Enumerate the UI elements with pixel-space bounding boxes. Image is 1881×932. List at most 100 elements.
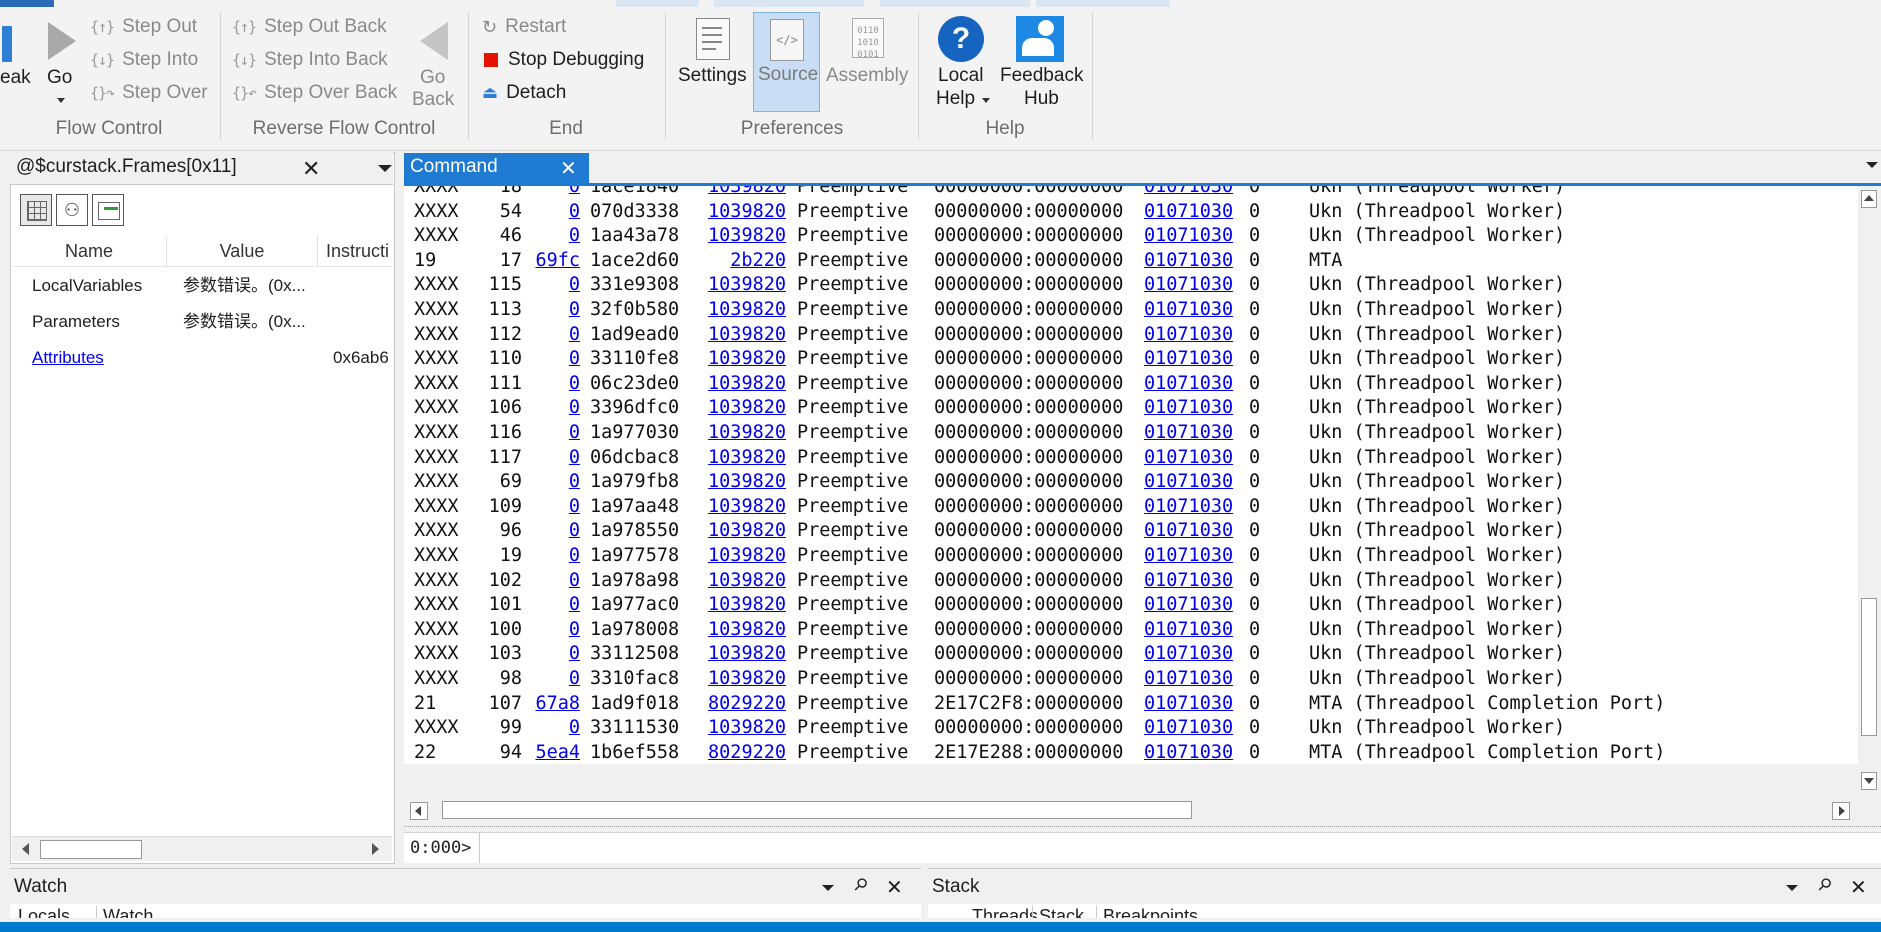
output-link[interactable]: 1039820 [696,642,786,667]
locals-horizontal-scrollbar[interactable] [12,836,392,861]
output-link[interactable]: 1039820 [696,446,786,471]
output-link[interactable]: 1039820 [696,372,786,397]
output-link[interactable]: 01071030 [1144,593,1249,618]
output-link[interactable]: 1039820 [696,593,786,618]
output-link[interactable]: 1039820 [696,200,786,225]
output-link[interactable]: 1039820 [696,618,786,643]
output-link[interactable]: 0 [532,716,580,741]
output-link[interactable]: 8029220 [696,692,786,717]
output-link[interactable]: 01071030 [1144,224,1249,249]
output-link[interactable]: 01071030 [1144,372,1249,397]
locals-row[interactable]: Attributes 0x6ab6 [12,340,393,376]
stack-title[interactable]: Stack [932,876,980,898]
output-link[interactable]: 1039820 [696,186,786,200]
output-link[interactable]: 0 [532,618,580,643]
command-vertical-scrollbar[interactable] [1858,186,1881,798]
scrollbar-thumb[interactable] [1861,598,1877,736]
tab-watch[interactable]: Watch [96,906,153,918]
ribbon-tab-strip[interactable] [880,0,1030,7]
output-link[interactable]: 1039820 [696,273,786,298]
close-icon[interactable]: ✕ [1850,875,1867,900]
output-link[interactable]: 1039820 [696,323,786,348]
locals-tab-title[interactable]: @$curstack.Frames[0x11] [16,156,237,178]
column-header-instruction[interactable]: Instructi [318,236,400,266]
output-link[interactable]: 01071030 [1144,544,1249,569]
output-link[interactable]: 01071030 [1144,741,1249,764]
watch-title[interactable]: Watch [14,876,67,898]
output-link[interactable]: 0 [532,421,580,446]
step-out-button[interactable]: {↑} Step Out [90,15,197,39]
tab-command[interactable]: Command ✕ [404,153,589,183]
output-link[interactable]: 0 [532,347,580,372]
output-link[interactable]: 0 [532,544,580,569]
output-link[interactable]: 67a8 [532,692,580,717]
output-link[interactable]: 0 [532,495,580,520]
output-link[interactable]: 01071030 [1144,186,1249,200]
command-panel-menu[interactable] [1866,162,1878,168]
output-link[interactable]: 01071030 [1144,470,1249,495]
scroll-left-icon[interactable] [22,843,29,855]
output-link[interactable]: 01071030 [1144,618,1249,643]
output-link[interactable]: 1039820 [696,470,786,495]
scroll-up-icon[interactable] [1861,190,1877,208]
feedback-hub-button[interactable]: Feedback Hub [996,14,1086,114]
step-into-back-button[interactable]: {↓} Step Into Back [232,48,388,72]
settings-button[interactable]: Settings [676,14,750,94]
output-link[interactable]: 0 [532,224,580,249]
output-link[interactable]: 01071030 [1144,249,1249,274]
output-link[interactable]: 01071030 [1144,692,1249,717]
output-link[interactable]: 1039820 [696,421,786,446]
output-link[interactable]: 0 [532,273,580,298]
output-link[interactable]: 0 [532,470,580,495]
output-link[interactable]: 2b220 [696,249,786,274]
output-link[interactable]: 1039820 [696,519,786,544]
output-link[interactable]: 0 [532,186,580,200]
go-back-button[interactable]: Go Back [410,16,456,111]
step-over-button[interactable]: {}↷ Step Over [90,81,208,105]
output-link[interactable]: 01071030 [1144,273,1249,298]
break-button[interactable]: eak [0,16,31,106]
stop-debugging-button[interactable]: Stop Debugging [482,48,644,72]
step-into-button[interactable]: {↓} Step Into [90,48,198,72]
output-link[interactable]: 0 [532,446,580,471]
scroll-right-icon[interactable] [1832,802,1850,820]
output-link[interactable]: 01071030 [1144,716,1249,741]
output-link[interactable]: 0 [532,200,580,225]
output-link[interactable]: 1039820 [696,569,786,594]
close-icon[interactable]: ✕ [886,875,903,900]
output-link[interactable]: 01071030 [1144,495,1249,520]
output-link[interactable]: 0 [532,519,580,544]
source-button[interactable]: </> Source [753,12,820,112]
tab-breakpoints[interactable]: Breakpoints [1096,906,1198,918]
output-link[interactable]: 1039820 [696,298,786,323]
output-link[interactable]: 1039820 [696,396,786,421]
output-link[interactable]: 01071030 [1144,396,1249,421]
output-link[interactable]: 01071030 [1144,569,1249,594]
output-link[interactable]: 01071030 [1144,667,1249,692]
command-input[interactable] [484,835,1868,861]
output-link[interactable]: 1039820 [696,224,786,249]
detach-button[interactable]: ⏏ Detach [482,81,566,105]
tab-threads[interactable]: Threads [972,906,1038,918]
splitter[interactable] [404,826,1881,829]
output-link[interactable]: 8029220 [696,741,786,764]
command-output[interactable]: XXXX 18 0 1ace1840 1039820 Preemptive 00000000… [404,186,1860,764]
ribbon-tab-strip[interactable] [616,0,699,7]
output-link[interactable]: 0 [532,323,580,348]
output-link[interactable]: 1039820 [696,347,786,372]
locals-row[interactable]: LocalVariables 参数错误。(0x... [12,268,393,304]
tree-view-icon[interactable]: ⚇ [56,194,88,226]
output-link[interactable]: 01071030 [1144,298,1249,323]
file-tab-strip[interactable] [0,0,54,7]
locals-row[interactable]: Parameters 参数错误。(0x... [12,304,393,340]
close-icon[interactable]: ✕ [302,158,320,180]
scrollbar-thumb[interactable] [442,801,1192,819]
output-link[interactable]: 01071030 [1144,642,1249,667]
output-link[interactable]: 0 [532,372,580,397]
column-header-value[interactable]: Value [167,236,318,266]
chevron-down-icon[interactable] [1786,885,1798,891]
output-link[interactable]: 1039820 [696,716,786,741]
scroll-right-icon[interactable] [372,843,379,855]
tab-stack[interactable]: Stack [1032,906,1084,918]
command-horizontal-scrollbar[interactable] [404,798,1860,822]
